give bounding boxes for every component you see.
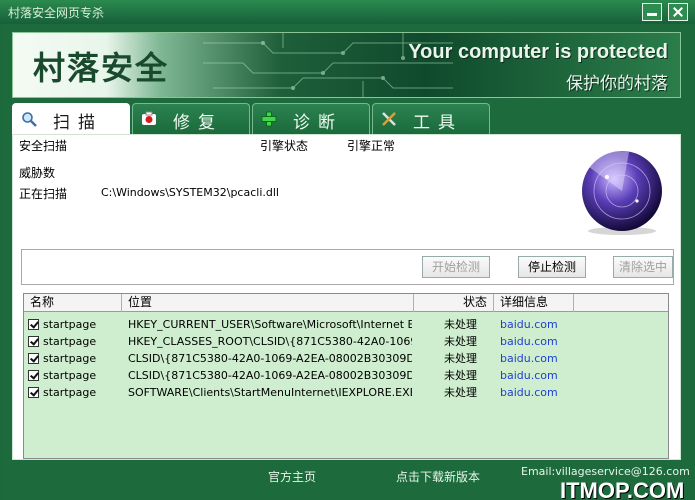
scanning-path: C:\Windows\SYSTEM32\pcacli.dll — [101, 186, 279, 199]
engine-status-value: 引擎正常 — [347, 139, 396, 153]
tab-bar: 扫描 修复 诊断 工具 — [12, 103, 681, 134]
tagline-english: Your computer is protected — [408, 41, 668, 63]
window-title: 村落安全网页专杀 — [8, 6, 105, 20]
row-status: 未处理 — [444, 369, 477, 382]
tab-tools[interactable]: 工具 — [372, 103, 490, 134]
column-header-location[interactable]: 位置 — [122, 294, 414, 312]
table-row[interactable]: startpage CLSID\{871C5380-42A0-1069-A2EA… — [24, 350, 668, 367]
column-header-status[interactable]: 状态 — [414, 294, 494, 312]
tab-label: 修复 — [173, 113, 223, 133]
row-status: 未处理 — [444, 335, 477, 348]
tagline-chinese: 保护你的村落 — [566, 74, 668, 94]
results-table: 名称 位置 状态 详细信息 startpage HKEY_CURRENT_USE… — [23, 293, 669, 459]
row-location: CLSID\{871C5380-42A0-1069-A2EA-08002B303… — [128, 352, 412, 365]
tab-repair[interactable]: 修复 — [132, 103, 250, 134]
row-status: 未处理 — [444, 386, 477, 399]
banner: 村落安全 Your computer is protected 保护你的村落 — [12, 32, 681, 98]
column-header-name[interactable]: 名称 — [24, 294, 122, 312]
site-watermark: ITMOP.COM — [560, 478, 685, 500]
official-homepage-link[interactable]: 官方主页 — [268, 468, 316, 485]
row-name: startpage — [43, 335, 97, 348]
row-detail-link[interactable]: baidu.com — [500, 384, 570, 401]
table-row[interactable]: startpage HKEY_CLASSES_ROOT\CLSID\{871C5… — [24, 333, 668, 350]
scan-panel: 安全扫描 引擎状态 引擎正常 威胁数 正在扫描 C:\Windows\SYSTE… — [12, 134, 681, 460]
minimize-button[interactable] — [642, 3, 662, 21]
tab-label: 工具 — [413, 113, 463, 133]
row-name: startpage — [43, 369, 97, 382]
plus-icon — [261, 111, 277, 127]
close-button[interactable] — [668, 3, 688, 21]
scanning-label: 正在扫描 — [19, 187, 68, 201]
row-checkbox[interactable] — [28, 370, 39, 381]
tools-icon — [382, 112, 396, 126]
row-location: HKEY_CURRENT_USER\Software\Microsoft\Int… — [128, 318, 412, 331]
magnifier-icon — [22, 112, 37, 127]
radar-globe-icon — [582, 151, 662, 235]
row-checkbox[interactable] — [28, 353, 39, 364]
first-aid-icon — [142, 111, 156, 125]
row-checkbox[interactable] — [28, 319, 39, 330]
row-location: SOFTWARE\Clients\StartMenuInternet\IEXPL… — [128, 386, 412, 399]
row-detail-link[interactable]: baidu.com — [500, 367, 570, 384]
row-detail-link[interactable]: baidu.com — [500, 350, 570, 367]
app-logo: 村落安全 — [33, 49, 170, 87]
email-link[interactable]: Email:villageservice@126.com — [521, 465, 690, 478]
title-bar[interactable]: 村落安全网页专杀 — [0, 0, 695, 24]
table-header: 名称 位置 状态 详细信息 — [24, 294, 668, 312]
threat-count-label: 威胁数 — [19, 166, 56, 180]
row-name: startpage — [43, 318, 97, 331]
clear-selected-button[interactable]: 清除选中 — [613, 256, 673, 278]
stop-scan-button[interactable]: 停止检测 — [518, 256, 586, 278]
table-row[interactable]: startpage HKEY_CURRENT_USER\Software\Mic… — [24, 316, 668, 333]
tab-scan[interactable]: 扫描 — [12, 103, 130, 134]
column-header-detail[interactable]: 详细信息 — [494, 294, 574, 312]
row-name: startpage — [43, 386, 97, 399]
row-name: startpage — [43, 352, 97, 365]
tab-label: 扫描 — [53, 113, 103, 133]
start-scan-button[interactable]: 开始检测 — [422, 256, 490, 278]
row-location: HKEY_CLASSES_ROOT\CLSID\{871C5380-42A0-1… — [128, 335, 412, 348]
row-location: CLSID\{871C5380-42A0-1069-A2EA-08002B303… — [128, 369, 412, 382]
row-detail-link[interactable]: baidu.com — [500, 333, 570, 350]
tab-label: 诊断 — [293, 113, 343, 133]
table-row[interactable]: startpage CLSID\{871C5380-42A0-1069-A2EA… — [24, 367, 668, 384]
download-new-version-link[interactable]: 点击下载新版本 — [396, 468, 480, 485]
row-checkbox[interactable] — [28, 387, 39, 398]
scan-label: 安全扫描 — [19, 139, 68, 153]
action-bar: 开始检测 停止检测 清除选中 — [21, 249, 674, 285]
row-status: 未处理 — [444, 318, 477, 331]
row-checkbox[interactable] — [28, 336, 39, 347]
table-row[interactable]: startpage SOFTWARE\Clients\StartMenuInte… — [24, 384, 668, 401]
row-detail-link[interactable]: baidu.com — [500, 316, 570, 333]
engine-status-label: 引擎状态 — [260, 139, 309, 153]
row-status: 未处理 — [444, 352, 477, 365]
tab-diagnose[interactable]: 诊断 — [252, 103, 370, 134]
